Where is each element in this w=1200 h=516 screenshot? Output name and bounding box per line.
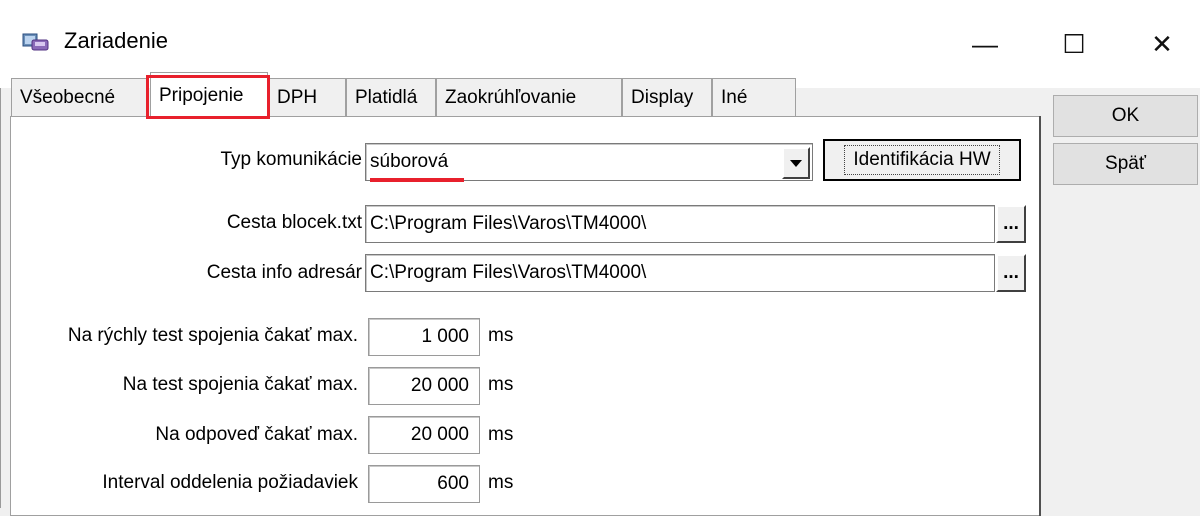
unit-label: ms: [488, 472, 514, 493]
tab-label: Zaokrúhľovanie: [445, 86, 577, 108]
rychly-test-input[interactable]: 1 000: [368, 318, 480, 356]
interval-value: 600: [437, 473, 469, 494]
tab-label: Všeobecné: [20, 86, 116, 108]
cesta-blocek-input[interactable]: C:\Program Files\Varos\TM4000\: [365, 205, 995, 243]
minimize-icon: —: [972, 28, 998, 59]
cesta-blocek-value: C:\Program Files\Varos\TM4000\: [370, 213, 647, 234]
cesta-blocek-label: Cesta blocek.txt: [226, 212, 362, 233]
test-spojenia-label: Na test spojenia čakať max.: [122, 374, 358, 395]
value-highlight-underline: [370, 178, 464, 182]
tab-vseobecne[interactable]: Všeobecné: [11, 78, 147, 116]
tab-label: Iné: [721, 86, 748, 108]
maximize-button[interactable]: ☐: [1032, 14, 1116, 74]
dropdown-button[interactable]: [782, 147, 810, 179]
minimize-button[interactable]: —: [943, 14, 1027, 74]
interval-input[interactable]: 600: [368, 465, 480, 503]
tab-zaokruhlovanie[interactable]: Zaokrúhľovanie: [436, 78, 622, 116]
close-button[interactable]: ✕: [1120, 14, 1200, 74]
cesta-info-input[interactable]: C:\Program Files\Varos\TM4000\: [365, 254, 995, 292]
test-spojenia-value: 20 000: [410, 375, 469, 396]
identifikacia-hw-label: Identifikácia HW: [844, 145, 1000, 175]
app-icon: [22, 30, 52, 54]
ellipsis-icon: ...: [1003, 213, 1019, 234]
odpoved-label: Na odpoveď čakať max.: [155, 424, 358, 445]
tab-dph[interactable]: DPH: [268, 78, 346, 116]
maximize-icon: ☐: [1062, 28, 1086, 59]
chevron-down-icon: [790, 152, 802, 174]
tab-ine[interactable]: Iné: [712, 78, 796, 116]
tab-label: DPH: [277, 86, 318, 108]
unit-label: ms: [488, 424, 514, 445]
odpoved-input[interactable]: 20 000: [368, 416, 480, 454]
tab-platidla[interactable]: Platidlá: [346, 78, 436, 116]
tab-display[interactable]: Display: [622, 78, 712, 116]
browse-blocek-button[interactable]: ...: [996, 205, 1026, 243]
typ-komunikacie-value: súborová: [370, 151, 449, 172]
rychly-test-value: 1 000: [421, 326, 469, 347]
browse-info-button[interactable]: ...: [996, 254, 1026, 292]
close-icon: ✕: [1151, 28, 1173, 59]
unit-label: ms: [488, 325, 514, 346]
identifikacia-hw-button[interactable]: Identifikácia HW: [823, 139, 1021, 181]
rychly-test-label: Na rýchly test spojenia čakať max.: [67, 325, 358, 346]
typ-komunikacie-label: Typ komunikácie: [220, 149, 362, 170]
ok-button[interactable]: OK: [1053, 95, 1198, 137]
test-spojenia-input[interactable]: 20 000: [368, 367, 480, 405]
ok-label: OK: [1111, 105, 1140, 126]
tab-highlight-box: [146, 75, 270, 119]
odpoved-value: 20 000: [410, 424, 469, 445]
unit-label: ms: [488, 374, 514, 395]
typ-komunikacie-select[interactable]: súborová: [365, 143, 813, 181]
ellipsis-icon: ...: [1003, 262, 1019, 283]
panel-edge: [1039, 116, 1041, 516]
cesta-info-label: Cesta info adresár: [206, 262, 362, 283]
back-label: Späť: [1105, 153, 1146, 174]
tab-label: Platidlá: [355, 86, 418, 108]
window-title: Zariadenie: [64, 28, 168, 53]
tab-label: Display: [631, 86, 694, 108]
back-button[interactable]: Späť: [1053, 143, 1198, 185]
interval-label: Interval oddelenia požiadaviek: [102, 472, 358, 493]
cesta-info-value: C:\Program Files\Varos\TM4000\: [370, 262, 647, 283]
